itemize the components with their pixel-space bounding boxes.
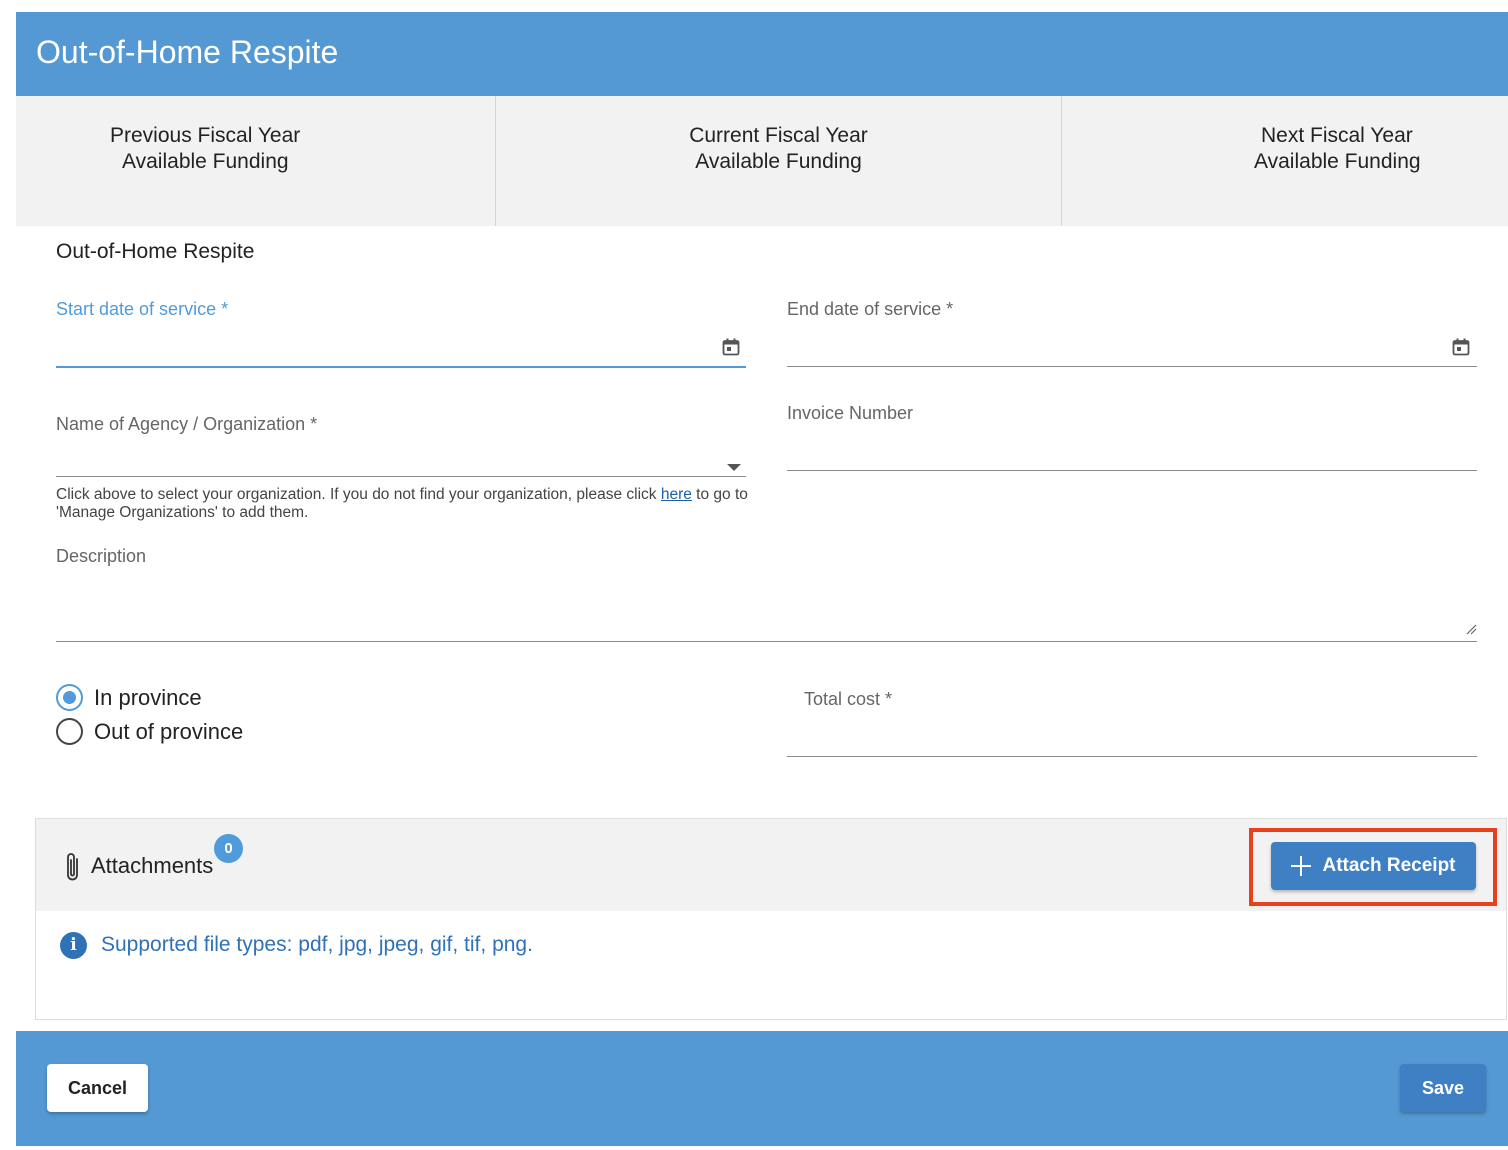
resize-handle-icon[interactable] (1466, 624, 1477, 635)
attach-receipt-button[interactable]: Attach Receipt (1271, 842, 1476, 890)
supported-file-types: Supported file types: pdf, jpg, jpeg, gi… (101, 933, 533, 956)
radio-label: In province (94, 684, 202, 710)
dialog-footer: Cancel Save (16, 1031, 1508, 1146)
total-cost-input[interactable] (787, 723, 1467, 751)
start-date-input[interactable] (56, 333, 696, 361)
description-input[interactable] (56, 580, 1456, 638)
attach-receipt-label: Attach Receipt (1322, 855, 1456, 876)
form-section-title: Out-of-Home Respite (56, 240, 255, 263)
start-date-field[interactable]: Start date of service * (56, 299, 746, 369)
cancel-button[interactable]: Cancel (47, 1064, 148, 1112)
paperclip-icon (67, 853, 78, 881)
end-date-input[interactable] (787, 333, 1427, 361)
description-field[interactable]: Description (56, 546, 1477, 644)
invoice-number-field[interactable]: Invoice Number (787, 403, 1477, 471)
radio-button-checked[interactable] (56, 684, 83, 711)
radio-label: Out of province (94, 718, 244, 744)
funding-subheading: Available Funding (1254, 150, 1421, 173)
start-date-label: Start date of service * (56, 299, 229, 319)
attachments-header: Attachments 0 Attach Receipt (36, 819, 1506, 911)
funding-heading: Next Fiscal Year (1261, 124, 1413, 147)
radio-button[interactable] (56, 718, 83, 745)
plus-icon (1291, 856, 1312, 876)
start-date-underline (56, 366, 746, 368)
dialog-header: Out-of-Home Respite (16, 12, 1508, 96)
chevron-down-icon[interactable] (727, 464, 741, 471)
save-button[interactable]: Save (1400, 1064, 1486, 1112)
agency-select[interactable]: Name of Agency / Organization * (56, 414, 746, 478)
radio-in-province[interactable]: In province (56, 684, 202, 711)
attachments-panel: Attachments 0 Attach Receipt i Supported… (35, 818, 1507, 1020)
description-underline (56, 641, 1477, 642)
manage-organizations-link[interactable]: here (661, 486, 692, 503)
agency-underline (56, 476, 746, 477)
radio-out-of-province[interactable]: Out of province (56, 718, 243, 745)
total-cost-underline (787, 756, 1477, 757)
dialog-title: Out-of-Home Respite (36, 34, 339, 70)
agency-label: Name of Agency / Organization * (56, 414, 318, 434)
respite-dialog: Out-of-Home Respite Previous Fiscal Year… (16, 12, 1508, 1146)
next-fiscal-year-funding: Next Fiscal Year Available Funding (1062, 96, 1508, 226)
description-label: Description (56, 546, 147, 566)
info-icon: i (60, 932, 87, 959)
helper-text-start: Click above to select your organization.… (56, 486, 661, 503)
total-cost-field[interactable]: Total cost * (787, 689, 1477, 759)
agency-input[interactable] (56, 444, 696, 472)
end-date-label: End date of service * (787, 299, 954, 319)
funding-summary: Previous Fiscal Year Available Funding C… (16, 96, 1508, 226)
invoice-number-label: Invoice Number (787, 403, 914, 423)
funding-heading: Current Fiscal Year (689, 124, 868, 147)
end-date-underline (787, 366, 1477, 367)
invoice-number-input[interactable] (787, 437, 1467, 465)
invoice-number-underline (787, 470, 1477, 471)
calendar-icon[interactable] (1452, 338, 1470, 356)
end-date-field[interactable]: End date of service * (787, 299, 1477, 369)
previous-fiscal-year-funding: Previous Fiscal Year Available Funding (16, 96, 496, 226)
total-cost-label: Total cost * (804, 689, 893, 709)
agency-helper-text: Click above to select your organization.… (56, 486, 756, 522)
funding-subheading: Available Funding (695, 150, 862, 173)
attachments-count-badge: 0 (214, 834, 243, 863)
attachments-label: Attachments (91, 853, 214, 878)
funding-heading: Previous Fiscal Year (110, 124, 301, 147)
current-fiscal-year-funding: Current Fiscal Year Available Funding (496, 96, 1062, 226)
funding-subheading: Available Funding (122, 150, 289, 173)
calendar-icon[interactable] (722, 338, 740, 356)
